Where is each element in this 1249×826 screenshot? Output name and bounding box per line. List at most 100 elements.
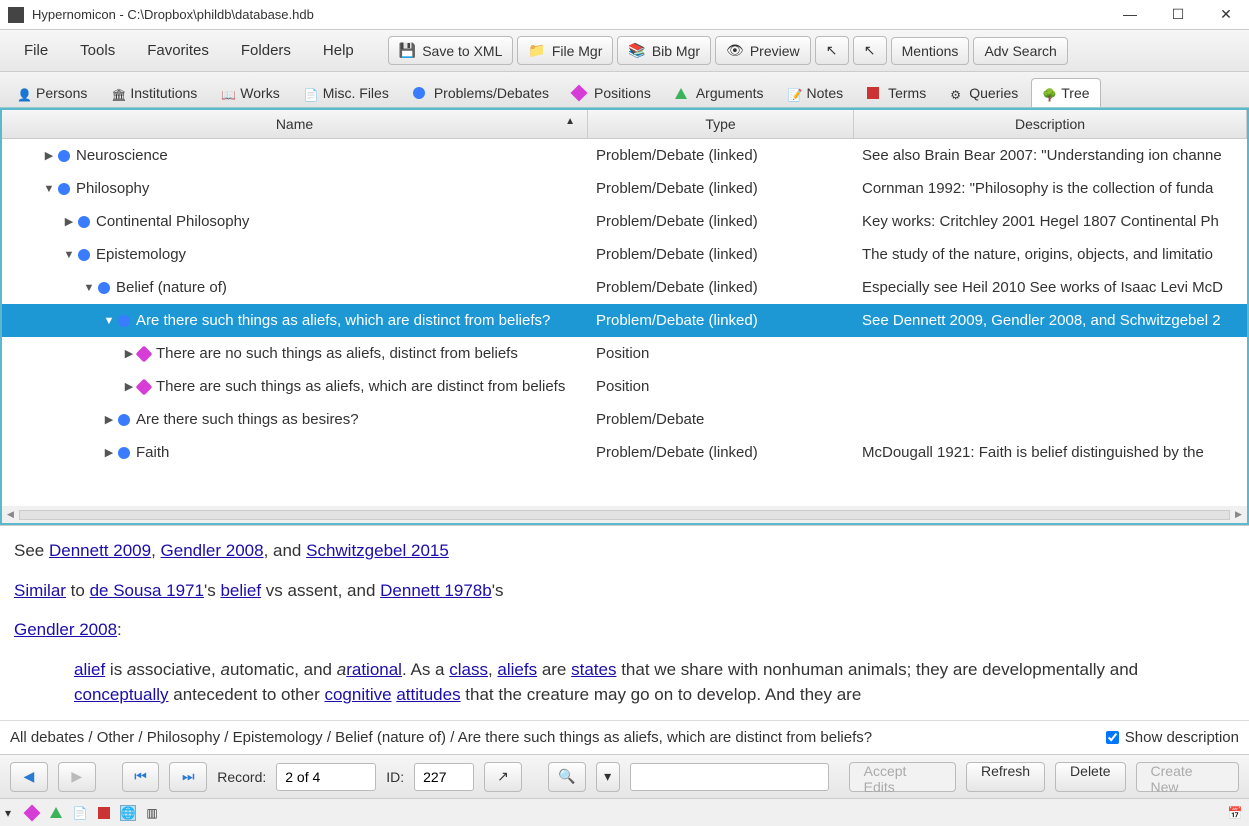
create-new-button[interactable]: Create New: [1136, 762, 1240, 792]
expander-icon[interactable]: ▶: [42, 149, 56, 162]
node-name: Neuroscience: [76, 147, 168, 164]
status-term-icon[interactable]: [96, 805, 112, 821]
tab-persons[interactable]: Persons: [6, 78, 98, 107]
status-calendar-icon[interactable]: 📅: [1227, 805, 1243, 821]
scroll-left-icon[interactable]: ◀: [2, 509, 19, 520]
id-field[interactable]: [414, 763, 474, 791]
expander-icon[interactable]: ▼: [82, 282, 96, 294]
minimize-button[interactable]: —: [1115, 6, 1145, 23]
preview-button[interactable]: 👁Preview: [715, 36, 811, 65]
pointer-b-button[interactable]: ↖: [853, 36, 887, 65]
menu-tools[interactable]: Tools: [66, 36, 129, 65]
expander-icon[interactable]: ▶: [102, 446, 116, 459]
save-xml-button[interactable]: 💾Save to XML: [388, 36, 514, 65]
link-rational[interactable]: rational: [346, 660, 402, 679]
menu-help[interactable]: Help: [309, 36, 368, 65]
col-name[interactable]: Name▲: [2, 110, 588, 138]
link-attitudes[interactable]: attitudes: [396, 685, 460, 704]
link-gendler-2008-b[interactable]: Gendler 2008: [14, 620, 117, 639]
tree-row[interactable]: ▼EpistemologyProblem/Debate (linked)The …: [2, 238, 1247, 271]
show-description-toggle[interactable]: Show description: [1106, 729, 1239, 746]
link-desousa-1971[interactable]: de Sousa 1971: [90, 581, 204, 600]
search-button[interactable]: 🔍: [548, 762, 586, 792]
nav-back-button[interactable]: ◀: [10, 762, 48, 792]
show-description-checkbox[interactable]: [1106, 731, 1119, 744]
record-field[interactable]: [276, 763, 376, 791]
pointer-a-button[interactable]: ↖: [815, 36, 849, 65]
link-schwitzgebel-2015[interactable]: Schwitzgebel 2015: [306, 541, 449, 560]
tab-terms[interactable]: Terms: [856, 78, 937, 107]
link-class[interactable]: class: [449, 660, 488, 679]
search-field[interactable]: [630, 763, 829, 791]
status-argument-icon[interactable]: [48, 805, 64, 821]
maximize-button[interactable]: ☐: [1163, 6, 1193, 23]
status-web-icon[interactable]: 🌐: [120, 805, 136, 821]
col-description[interactable]: Description: [854, 110, 1247, 138]
expander-icon[interactable]: ▶: [122, 380, 136, 393]
link-aliefs[interactable]: aliefs: [497, 660, 537, 679]
link-gendler-2008[interactable]: Gendler 2008: [161, 541, 264, 560]
expander-icon[interactable]: ▼: [102, 315, 116, 327]
link-alief[interactable]: alief: [74, 660, 105, 679]
tab-institutions[interactable]: Institutions: [100, 78, 208, 107]
adv-search-button[interactable]: Adv Search: [973, 37, 1067, 65]
link-states[interactable]: states: [571, 660, 616, 679]
tab-problems[interactable]: Problems/Debates: [402, 78, 560, 107]
debate-icon: [58, 183, 70, 195]
menu-favorites[interactable]: Favorites: [133, 36, 223, 65]
expander-icon[interactable]: ▼: [62, 249, 76, 261]
tree-row[interactable]: ▼Belief (nature of)Problem/Debate (linke…: [2, 271, 1247, 304]
tab-positions[interactable]: Positions: [562, 78, 662, 107]
bib-mgr-button[interactable]: 📚Bib Mgr: [617, 36, 711, 65]
debate-icon: [118, 447, 130, 459]
tree-row[interactable]: ▶Continental PhilosophyProblem/Debate (l…: [2, 205, 1247, 238]
file-mgr-button[interactable]: 📁File Mgr: [517, 36, 613, 65]
tree-row[interactable]: ▶Are there such things as besires?Proble…: [2, 403, 1247, 436]
expander-icon[interactable]: ▼: [42, 183, 56, 195]
status-window-icon[interactable]: ▥: [144, 805, 160, 821]
tab-misc-files[interactable]: Misc. Files: [293, 78, 400, 107]
tree-row[interactable]: ▼Are there such things as aliefs, which …: [2, 304, 1247, 337]
tab-arguments[interactable]: Arguments: [664, 78, 775, 107]
tab-notes[interactable]: Notes: [777, 78, 855, 107]
menu-folders[interactable]: Folders: [227, 36, 305, 65]
debate-icon: [78, 249, 90, 261]
tab-works[interactable]: Works: [210, 78, 290, 107]
status-position-icon[interactable]: [24, 805, 40, 821]
horizontal-scrollbar[interactable]: ◀ ▶: [2, 506, 1247, 523]
nav-first-button[interactable]: ⏮: [122, 762, 160, 792]
tree-body[interactable]: ▶NeuroscienceProblem/Debate (linked)See …: [2, 139, 1247, 506]
scroll-right-icon[interactable]: ▶: [1230, 509, 1247, 520]
link-cognitive[interactable]: cognitive: [324, 685, 391, 704]
expander-icon[interactable]: ▶: [62, 215, 76, 228]
tree-row[interactable]: ▶FaithProblem/Debate (linked)McDougall 1…: [2, 436, 1247, 469]
goto-button[interactable]: ↗: [484, 762, 522, 792]
tab-queries[interactable]: Queries: [939, 78, 1029, 107]
expander-icon[interactable]: ▶: [102, 413, 116, 426]
menu-file[interactable]: File: [10, 36, 62, 65]
close-button[interactable]: ✕: [1211, 6, 1241, 23]
tree-row[interactable]: ▼PhilosophyProblem/Debate (linked)Cornma…: [2, 172, 1247, 205]
tree-row[interactable]: ▶There are no such things as aliefs, dis…: [2, 337, 1247, 370]
col-type[interactable]: Type: [588, 110, 854, 138]
link-conceptually[interactable]: conceptually: [74, 685, 169, 704]
delete-button[interactable]: Delete: [1055, 762, 1125, 792]
link-dennett-1978b[interactable]: Dennett 1978b: [380, 581, 492, 600]
description-pane[interactable]: See Dennett 2009, Gendler 2008, and Schw…: [0, 525, 1249, 720]
nav-last-button[interactable]: ⏭: [169, 762, 207, 792]
link-similar[interactable]: Similar: [14, 581, 66, 600]
tree-row[interactable]: ▶There are such things as aliefs, which …: [2, 370, 1247, 403]
tree-row[interactable]: ▶NeuroscienceProblem/Debate (linked)See …: [2, 139, 1247, 172]
link-belief[interactable]: belief: [220, 581, 261, 600]
nav-forward-button[interactable]: ▶: [58, 762, 96, 792]
id-label: ID:: [386, 769, 404, 785]
refresh-button[interactable]: Refresh: [966, 762, 1045, 792]
expander-icon[interactable]: ▶: [122, 347, 136, 360]
mentions-button[interactable]: Mentions: [891, 37, 970, 65]
accept-edits-button[interactable]: Accept Edits: [849, 762, 956, 792]
link-dennett-2009[interactable]: Dennett 2009: [49, 541, 151, 560]
tab-tree[interactable]: Tree: [1031, 78, 1100, 107]
status-note-icon[interactable]: 📄: [72, 805, 88, 821]
status-dropdown-icon[interactable]: ▾: [0, 805, 16, 821]
search-dropdown-button[interactable]: ▾: [596, 762, 620, 792]
